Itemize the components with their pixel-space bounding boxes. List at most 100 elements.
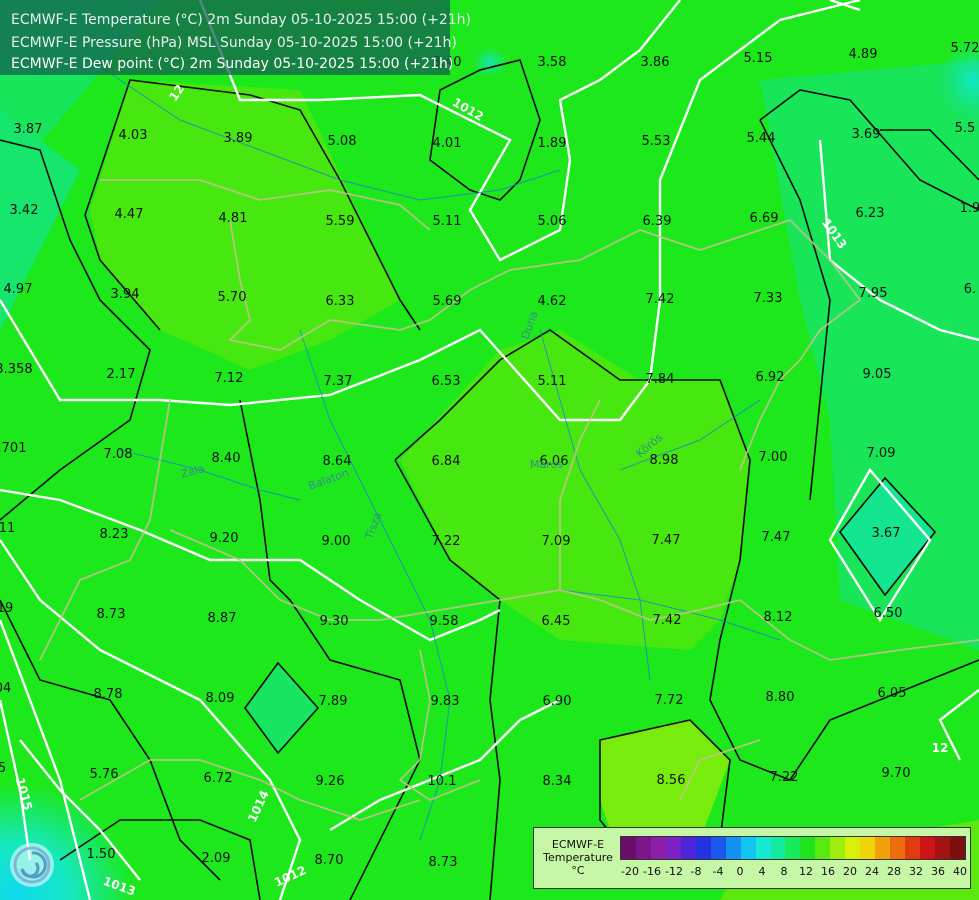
value-label: 6.05 <box>878 686 907 701</box>
legend-tick-label: -12 <box>665 865 683 878</box>
value-label: 1.9 <box>960 201 979 216</box>
value-label: 7.84 <box>646 372 675 387</box>
isobar-label-1014-south: 1014 <box>245 788 272 824</box>
legend-title-variable: Temperature <box>543 851 613 864</box>
value-label: 5.53 <box>642 134 671 149</box>
legend-tick-label: 16 <box>821 865 835 878</box>
value-label: 8.64 <box>323 454 352 469</box>
legend-tick-label: 4 <box>758 865 766 878</box>
value-label: 3.94 <box>111 287 140 302</box>
legend-tick-label: -8 <box>690 865 702 878</box>
value-label: 8.78 <box>94 687 123 702</box>
isobar-label-1015-southwest: 1015 <box>13 776 35 812</box>
river-label-balaton: Balaton <box>307 466 351 493</box>
legend-swatch <box>845 837 861 859</box>
value-label: 7.22 <box>770 770 799 785</box>
value-label: 8.70 <box>315 853 344 868</box>
value-label: 7.22 <box>432 534 461 549</box>
isobar-labels: 1012 1013 12 1015 1014 1012 1013 12 <box>13 82 949 899</box>
value-label: 19 <box>0 601 13 616</box>
legend-tick-label: 40 <box>953 865 967 878</box>
value-label: 6.92 <box>756 370 785 385</box>
value-label: 1.89 <box>538 136 567 151</box>
isobar-label-12-northwest: 12 <box>166 82 187 104</box>
value-label: 8.73 <box>97 607 126 622</box>
isobar-label-12-southeast: 12 <box>932 741 949 755</box>
temperature-legend: ECMWF-E Temperature °C -20 -16 -12 -8 -4 0 4 8 1… <box>533 827 971 889</box>
value-label: 4.03 <box>119 128 148 143</box>
legend-swatch <box>650 837 666 859</box>
value-label: 6. <box>964 282 976 297</box>
value-label: 8.80 <box>766 690 795 705</box>
value-label: 1.50 <box>87 847 116 862</box>
value-label: 5.06 <box>538 214 567 229</box>
value-label: 3.67 <box>872 526 901 541</box>
value-label: 5.11 <box>538 374 567 389</box>
legend-tick-label: 32 <box>909 865 923 878</box>
value-label: 4.89 <box>849 47 878 62</box>
value-label: 3.89 <box>224 131 253 146</box>
legend-tick-label: 0 <box>736 865 744 878</box>
value-label: 10.1 <box>428 774 457 789</box>
title-dewpoint: ECMWF-E Dew point (°C) 2m Sunday 05-10-2… <box>11 56 454 72</box>
value-label: 5.69 <box>433 294 462 309</box>
legend-tick-label: 12 <box>799 865 813 878</box>
value-label: 6.39 <box>643 214 672 229</box>
legend-tick-label: 8 <box>780 865 788 878</box>
value-label: 4.47 <box>115 207 144 222</box>
value-label: 9.58 <box>430 614 459 629</box>
legend-swatch <box>665 837 681 859</box>
value-label: 3.86 <box>641 55 670 70</box>
value-label: 4.62 <box>538 294 567 309</box>
legend-color-bar <box>620 836 966 860</box>
value-label: 11 <box>0 521 15 536</box>
value-label: 3.42 <box>10 203 39 218</box>
river-label-zala: Zala <box>179 462 206 481</box>
value-label: 6.45 <box>542 614 571 629</box>
value-label: 3.87 <box>14 122 43 137</box>
value-label: 7.08 <box>104 447 133 462</box>
river-label-maros: Maros <box>530 458 563 471</box>
legend-swatch <box>770 837 786 859</box>
value-label: 6.50 <box>874 606 903 621</box>
value-label: 6.23 <box>856 206 885 221</box>
value-label: 6.53 <box>432 374 461 389</box>
legend-unit: °C <box>571 864 585 877</box>
legend-title-model: ECMWF-E <box>551 838 605 851</box>
title-temperature: ECMWF-E Temperature (°C) 2m Sunday 05-10… <box>11 12 472 28</box>
legend-swatch <box>875 837 891 859</box>
legend-swatch <box>890 837 906 859</box>
value-label: 7.09 <box>867 446 896 461</box>
value-label: 5.44 <box>747 131 776 146</box>
legend-tick-label: 28 <box>887 865 901 878</box>
value-label: 5.11 <box>433 214 462 229</box>
legend-tick-label: 24 <box>865 865 879 878</box>
legend-title: ECMWF-E Temperature °C <box>538 838 618 877</box>
legend-swatch <box>949 837 965 859</box>
value-label: 5.59 <box>326 214 355 229</box>
value-label: 5.70 <box>218 290 247 305</box>
value-label: 4.81 <box>219 211 248 226</box>
value-label: .701 <box>0 441 26 456</box>
value-label: 9.20 <box>210 531 239 546</box>
value-label: 04 <box>0 681 11 696</box>
legend-swatch <box>920 837 936 859</box>
value-label: 4.97 <box>4 282 33 297</box>
isobar-label-1013-southwest: 1013 <box>101 874 137 899</box>
value-label: 7.89 <box>319 694 348 709</box>
isobar-label-1012-south: 1012 <box>272 863 308 890</box>
value-label: 8.98 <box>650 453 679 468</box>
value-label: 5.15 <box>744 51 773 66</box>
value-label: 3.69 <box>852 127 881 142</box>
legend-swatch <box>935 837 950 859</box>
legend-swatch <box>710 837 726 859</box>
title-pressure: ECMWF-E Pressure (hPa) MSL Sunday 05-10-… <box>11 35 457 51</box>
value-label: 7.33 <box>754 291 783 306</box>
value-label: 8.09 <box>206 691 235 706</box>
value-label: 7.37 <box>324 374 353 389</box>
value-label: 8.23 <box>100 527 129 542</box>
value-label: 8.87 <box>208 611 237 626</box>
legend-swatch <box>725 837 741 859</box>
value-label: 9.05 <box>863 367 892 382</box>
value-label: 7.12 <box>215 371 244 386</box>
